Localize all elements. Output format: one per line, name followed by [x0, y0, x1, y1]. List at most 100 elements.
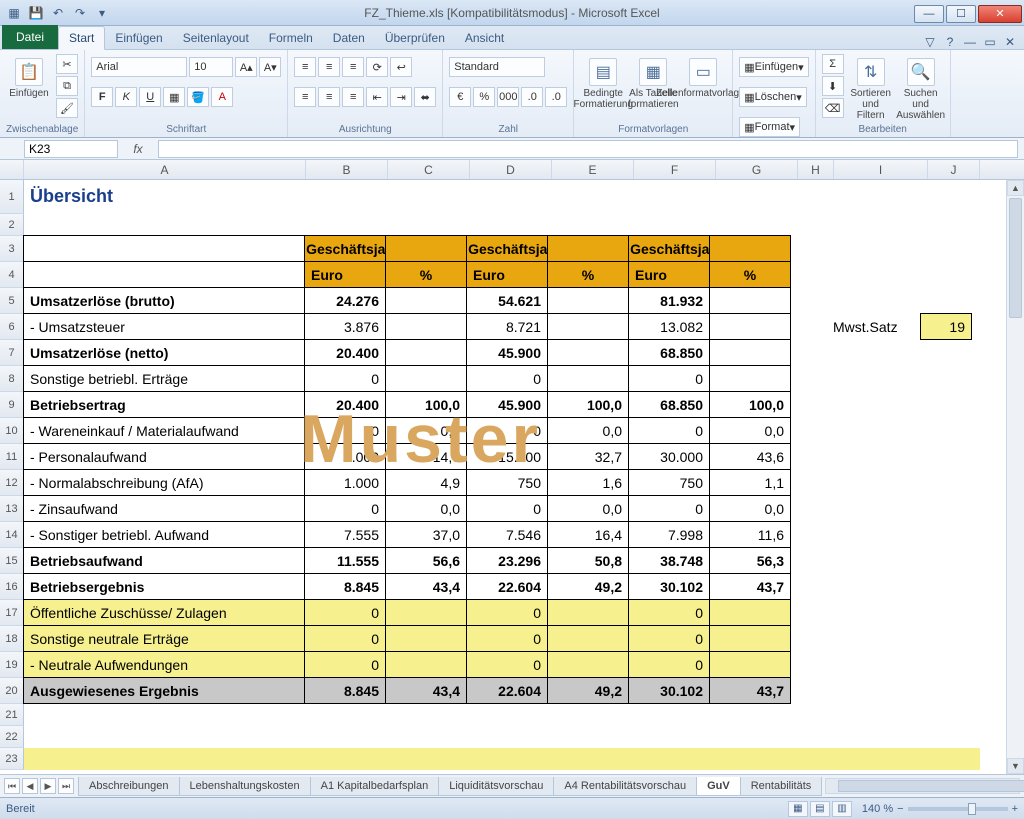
cell[interactable]	[791, 678, 827, 704]
cell[interactable]	[552, 726, 634, 748]
row-label[interactable]: - Neutrale Aufwendungen	[23, 651, 305, 678]
cell[interactable]	[928, 704, 980, 726]
cell[interactable]	[827, 366, 921, 392]
row-label[interactable]: Betriebsertrag	[23, 391, 305, 418]
autosum-icon[interactable]: Σ	[822, 54, 844, 74]
row-header[interactable]: 23	[0, 748, 24, 770]
col-header[interactable]: J	[928, 160, 980, 179]
cell[interactable]	[306, 704, 388, 726]
cell[interactable]	[791, 470, 827, 496]
increase-decimal-icon[interactable]: .0	[521, 87, 543, 107]
cell[interactable]	[827, 392, 921, 418]
cell[interactable]	[921, 626, 973, 652]
cell[interactable]	[791, 444, 827, 470]
sheet-tab[interactable]: Liquiditätsvorschau	[438, 777, 554, 796]
row-header[interactable]: 9	[0, 392, 24, 418]
first-sheet-icon[interactable]: ⏮	[4, 778, 20, 794]
tab-seitenlayout[interactable]: Seitenlayout	[173, 27, 259, 49]
data-cell[interactable]: 100,0	[709, 391, 791, 418]
cell[interactable]	[388, 214, 470, 236]
cell[interactable]: Euro	[466, 261, 548, 288]
align-bottom-icon[interactable]: ≡	[342, 57, 364, 77]
normal-view-icon[interactable]: ▦	[788, 801, 808, 817]
row-header[interactable]: 4	[0, 262, 24, 288]
cell[interactable]	[470, 748, 552, 770]
data-cell[interactable]	[709, 339, 791, 366]
data-cell[interactable]: 49,2	[547, 677, 629, 704]
cell[interactable]	[716, 726, 798, 748]
border-button[interactable]: ▦	[163, 87, 185, 107]
cell[interactable]	[834, 180, 928, 214]
fill-color-button[interactable]: 🪣	[187, 87, 209, 107]
row-label[interactable]: - Wareneinkauf / Materialaufwand	[23, 417, 305, 444]
cell[interactable]	[827, 262, 921, 288]
data-cell[interactable]: 1,1	[709, 469, 791, 496]
clear-icon[interactable]: ⌫	[822, 98, 844, 118]
cell[interactable]	[470, 704, 552, 726]
data-cell[interactable]: 50,8	[547, 547, 629, 574]
year-header[interactable]: 2. Geschäftsjahr	[466, 235, 548, 262]
cell[interactable]	[791, 340, 827, 366]
cell[interactable]	[470, 726, 552, 748]
cell[interactable]	[791, 496, 827, 522]
cell[interactable]	[385, 235, 467, 262]
row-header[interactable]: 7	[0, 340, 24, 366]
data-cell[interactable]: 7.555	[304, 521, 386, 548]
font-size-combo[interactable]: 10	[189, 57, 233, 77]
align-right-icon[interactable]: ≡	[342, 87, 364, 107]
cell[interactable]	[709, 235, 791, 262]
sheet-tab[interactable]: GuV	[696, 777, 741, 796]
cell[interactable]	[798, 704, 834, 726]
data-cell[interactable]	[547, 287, 629, 314]
cell[interactable]	[827, 470, 921, 496]
data-cell[interactable]: 30.102	[628, 573, 710, 600]
cell[interactable]	[921, 496, 973, 522]
cell[interactable]: Euro	[304, 261, 386, 288]
redo-icon[interactable]: ↷	[72, 5, 88, 21]
row-header[interactable]: 5	[0, 288, 24, 314]
data-cell[interactable]	[547, 625, 629, 652]
data-cell[interactable]: 3.000	[304, 443, 386, 470]
data-cell[interactable]: 0,0	[709, 495, 791, 522]
cell[interactable]	[470, 180, 552, 214]
cell[interactable]	[921, 470, 973, 496]
data-cell[interactable]: 0,0	[385, 495, 467, 522]
data-cell[interactable]: 56,6	[385, 547, 467, 574]
row-label[interactable]: Umsatzerlöse (brutto)	[23, 287, 305, 314]
data-cell[interactable]: 8.845	[304, 677, 386, 704]
row-label[interactable]: Sonstige betriebl. Erträge	[23, 365, 305, 392]
mdi-restore-icon[interactable]: ▭	[982, 35, 998, 49]
data-cell[interactable]	[385, 625, 467, 652]
number-format-combo[interactable]: Standard	[449, 57, 545, 77]
merge-icon[interactable]: ⬌	[414, 87, 436, 107]
col-header[interactable]: H	[798, 160, 834, 179]
data-cell[interactable]	[547, 313, 629, 340]
data-cell[interactable]: 0,0	[385, 417, 467, 444]
data-cell[interactable]	[709, 625, 791, 652]
undo-icon[interactable]: ↶	[50, 5, 66, 21]
data-cell[interactable]: 8.721	[466, 313, 548, 340]
data-cell[interactable]: 81.932	[628, 287, 710, 314]
cell[interactable]	[827, 444, 921, 470]
fill-icon[interactable]: ⬇	[822, 76, 844, 96]
data-cell[interactable]: 32,7	[547, 443, 629, 470]
cell[interactable]	[827, 496, 921, 522]
align-left-icon[interactable]: ≡	[294, 87, 316, 107]
data-cell[interactable]	[709, 365, 791, 392]
row-label[interactable]: - Sonstiger betriebl. Aufwand	[23, 521, 305, 548]
cell[interactable]	[634, 180, 716, 214]
cell[interactable]	[827, 522, 921, 548]
col-header[interactable]: A	[24, 160, 306, 179]
worksheet-grid[interactable]: A B C D E F G H I J 1Übersicht231. Gesch…	[0, 160, 1024, 774]
save-icon[interactable]: 💾	[28, 5, 44, 21]
row-header[interactable]: 2	[0, 214, 24, 236]
cell[interactable]	[552, 180, 634, 214]
cell[interactable]	[306, 180, 388, 214]
zoom-slider[interactable]	[908, 807, 1008, 811]
cell[interactable]	[834, 704, 928, 726]
vat-label[interactable]: Mwst.Satz	[827, 314, 921, 340]
cell[interactable]	[24, 748, 306, 770]
cell[interactable]	[23, 261, 305, 288]
underline-button[interactable]: U	[139, 87, 161, 107]
data-cell[interactable]: 38.748	[628, 547, 710, 574]
